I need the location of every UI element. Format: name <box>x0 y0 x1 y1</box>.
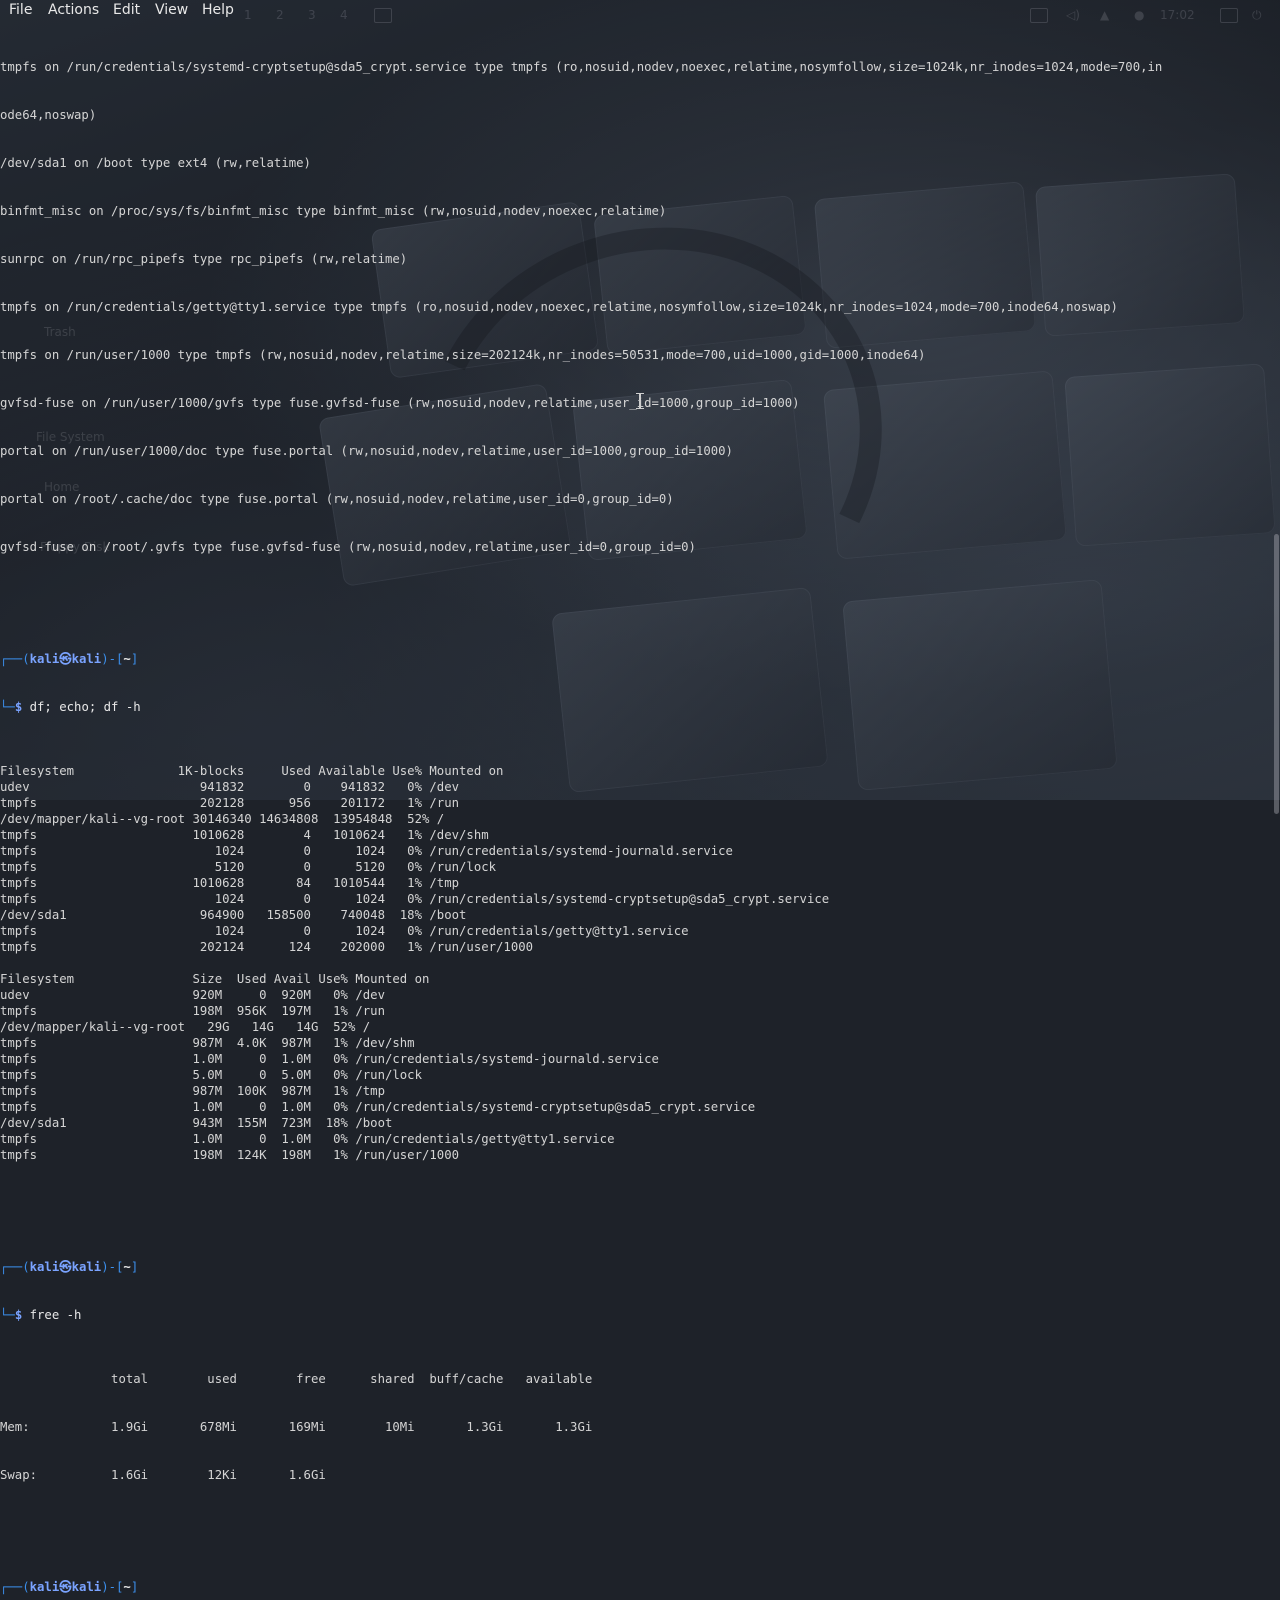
output-line: Mem: 1.9Gi 678Mi 169Mi 10Mi 1.3Gi 1.3Gi <box>0 1420 593 1434</box>
prompt-dir: ~ <box>123 1260 131 1274</box>
command-line: └─$ df; echo; df -h <box>0 700 141 714</box>
output-line: gvfsd-fuse on /root/.gvfs type fuse.gvfs… <box>0 540 696 554</box>
output-line: tmpfs 1010628 84 1010544 1% /tmp <box>0 876 460 890</box>
output-line: tmpfs 202128 956 201172 1% /run <box>0 796 460 810</box>
output-line: tmpfs 987M 100K 987M 1% /tmp <box>0 1084 385 1098</box>
output-line: tmpfs 1024 0 1024 0% /run/credentials/sy… <box>0 844 733 858</box>
menu-help[interactable]: Help <box>202 2 234 18</box>
menu-actions[interactable]: Actions <box>48 2 99 18</box>
output-line: tmpfs 1010628 4 1010624 1% /dev/shm <box>0 828 489 842</box>
prompt-at: ㉿ <box>59 1580 72 1594</box>
menu-view[interactable]: View <box>155 2 188 18</box>
output-line: Filesystem 1K-blocks Used Available Use%… <box>0 764 504 778</box>
prompt-dir: ~ <box>123 652 131 666</box>
output-line: tmpfs 202124 124 202000 1% /run/user/100… <box>0 940 534 954</box>
output-line: udev 920M 0 920M 0% /dev <box>0 988 385 1002</box>
output-line: /dev/mapper/kali--vg-root 29G 14G 14G 52… <box>0 1020 371 1034</box>
command-text: df; echo; df -h <box>29 700 141 714</box>
output-line: /dev/mapper/kali--vg-root 30146340 14634… <box>0 812 445 826</box>
menu-edit[interactable]: Edit <box>113 2 140 18</box>
prompt-host: kali <box>71 1580 102 1594</box>
output-line: ode64,noswap) <box>0 108 97 122</box>
output-line: /dev/sda1 964900 158500 740048 18% /boot <box>0 908 467 922</box>
prompt-user: kali <box>29 1260 60 1274</box>
output-line: binfmt_misc on /proc/sys/fs/binfmt_misc … <box>0 204 667 218</box>
output-line: tmpfs 198M 956K 197M 1% /run <box>0 1004 385 1018</box>
mouse-ibeam-cursor <box>636 393 644 409</box>
prompt-user: kali <box>29 1580 60 1594</box>
output-line: tmpfs 1.0M 0 1.0M 0% /run/credentials/sy… <box>0 1100 756 1114</box>
terminal-menubar: File Actions Edit View Help <box>0 0 1280 22</box>
prompt-at: ㉿ <box>59 652 72 666</box>
output-line: tmpfs on /run/credentials/getty@tty1.ser… <box>0 300 1118 314</box>
prompt-line: ┌──(kali㉿kali)-[~] <box>0 1260 139 1274</box>
output-line: tmpfs 198M 124K 198M 1% /run/user/1000 <box>0 1148 460 1162</box>
prompt-host: kali <box>71 652 102 666</box>
prompt-line: ┌──(kali㉿kali)-[~] <box>0 652 139 666</box>
prompt-line: ┌──(kali㉿kali)-[~] <box>0 1580 139 1594</box>
output-line: udev 941832 0 941832 0% /dev <box>0 780 460 794</box>
output-line: gvfsd-fuse on /run/user/1000/gvfs type f… <box>0 396 800 410</box>
command-line: └─$ free -h <box>0 1308 82 1322</box>
output-line: /dev/sda1 943M 155M 723M 18% /boot <box>0 1116 393 1130</box>
prompt-host: kali <box>71 1260 102 1274</box>
output-line: tmpfs 1.0M 0 1.0M 0% /run/credentials/ge… <box>0 1132 615 1146</box>
output-line: portal on /root/.cache/doc type fuse.por… <box>0 492 674 506</box>
prompt-at: ㉿ <box>59 1260 72 1274</box>
output-line: Swap: 1.6Gi 12Ki 1.6Gi <box>0 1468 326 1482</box>
output-line: sunrpc on /run/rpc_pipefs type rpc_pipef… <box>0 252 408 266</box>
output-line: /dev/sda1 on /boot type ext4 (rw,relatim… <box>0 156 311 170</box>
output-line: total used free shared buff/cache availa… <box>0 1372 593 1386</box>
terminal-scrollbar[interactable] <box>1272 22 1280 814</box>
output-line: Filesystem Size Used Avail Use% Mounted … <box>0 972 430 986</box>
output-line: tmpfs on /run/user/1000 type tmpfs (rw,n… <box>0 348 926 362</box>
output-line: tmpfs 1024 0 1024 0% /run/credentials/ge… <box>0 924 689 938</box>
menu-file[interactable]: File <box>9 2 32 18</box>
command-text: free -h <box>29 1308 82 1322</box>
scrollbar-thumb[interactable] <box>1274 534 1279 814</box>
output-line: tmpfs 5.0M 0 5.0M 0% /run/lock <box>0 1068 422 1082</box>
prompt-user: kali <box>29 652 60 666</box>
output-line: tmpfs 5120 0 5120 0% /run/lock <box>0 860 497 874</box>
terminal-output[interactable]: tmpfs on /run/credentials/systemd-crypts… <box>0 27 1162 1600</box>
prompt-dir: ~ <box>123 1580 131 1594</box>
output-line: tmpfs 987M 4.0K 987M 1% /dev/shm <box>0 1036 415 1050</box>
output-line: tmpfs on /run/credentials/systemd-crypts… <box>0 60 1163 74</box>
output-line: tmpfs 1.0M 0 1.0M 0% /run/credentials/sy… <box>0 1052 659 1066</box>
output-line: portal on /run/user/1000/doc type fuse.p… <box>0 444 733 458</box>
df-output: Filesystem 1K-blocks Used Available Use%… <box>0 763 1162 1163</box>
output-line: tmpfs 1024 0 1024 0% /run/credentials/sy… <box>0 892 830 906</box>
